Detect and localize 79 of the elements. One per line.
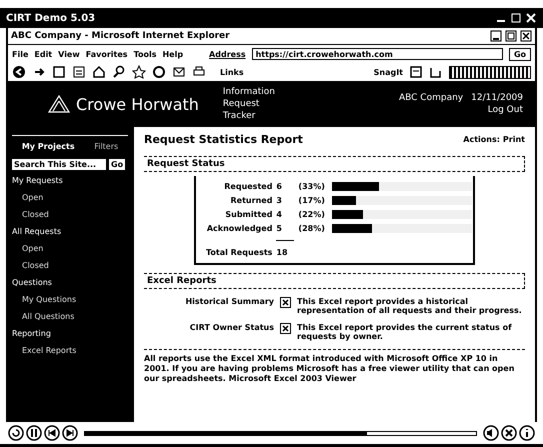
sidebar-item[interactable]: Excel Reports xyxy=(12,346,128,355)
report-title: Request Statistics Report xyxy=(144,133,303,146)
total-count: 18 xyxy=(276,248,289,257)
viewer-link[interactable]: Microsoft Excel 2003 Viewer xyxy=(228,374,356,383)
print-link[interactable]: Print xyxy=(502,135,525,144)
sidebar-item[interactable]: My Questions xyxy=(12,295,128,304)
stat-percent: (22%) xyxy=(298,210,326,219)
logo-triangle-icon[interactable] xyxy=(48,95,70,113)
go-button[interactable]: Go xyxy=(508,48,531,60)
search-go-button[interactable]: Go xyxy=(109,159,126,170)
search-icon[interactable] xyxy=(112,65,126,79)
logout-link[interactable]: Log Out xyxy=(488,105,523,115)
rewind-icon[interactable] xyxy=(44,425,60,441)
stat-label: Returned xyxy=(230,196,272,205)
report-link[interactable]: CIRT Owner Status xyxy=(144,323,274,332)
spreadsheet-icon[interactable] xyxy=(280,297,291,308)
stat-count: 3 xyxy=(276,196,283,205)
fast-forward-icon[interactable] xyxy=(62,425,78,441)
search-field[interactable]: Search This Site... xyxy=(12,159,106,170)
browser-title: ABC Company - Microsoft Internet Explorer xyxy=(11,31,230,41)
actions-label: Actions: xyxy=(463,135,500,144)
snagit-button[interactable]: SnagIt xyxy=(374,68,403,76)
app-name: Information Request Tracker xyxy=(222,86,276,122)
pause-icon[interactable] xyxy=(26,425,42,441)
stat-label: Acknowledged xyxy=(206,224,272,233)
report-link[interactable]: Historical Summary xyxy=(144,297,274,306)
stat-percent: (28%) xyxy=(298,224,326,233)
company-name: ABC Company xyxy=(398,93,464,103)
menu-item[interactable]: Help xyxy=(162,50,184,58)
links-button[interactable]: Links xyxy=(220,68,244,76)
stat-percent: (17%) xyxy=(298,196,326,205)
address-label: Address xyxy=(209,50,246,58)
player-title: CIRT Demo 5.03 xyxy=(6,12,96,24)
star-icon[interactable] xyxy=(132,65,146,79)
sidebar-item[interactable]: All Questions xyxy=(12,312,128,321)
logo-text: Crowe Horwath xyxy=(76,94,199,114)
section-heading: Request Status xyxy=(144,156,525,172)
close-icon[interactable] xyxy=(520,30,532,42)
seek-handle[interactable] xyxy=(85,432,367,434)
sidebar-section[interactable]: All Requests xyxy=(12,227,128,236)
spreadsheet-icon[interactable] xyxy=(280,323,291,334)
maximize-icon[interactable] xyxy=(505,30,517,42)
stat-label: Submitted xyxy=(224,210,272,219)
menu-item[interactable]: Favorites xyxy=(86,50,128,58)
stat-count: 5 xyxy=(276,224,283,233)
back-icon[interactable] xyxy=(12,65,26,79)
stat-count: 4 xyxy=(276,210,283,219)
info-icon[interactable] xyxy=(519,425,535,441)
footnote-text: All reports use the Excel XML format introduced with Microsoft Office XP 10 in 2001. If you are having problems Microsoft has a free viewer utility that can open our spreadsheets. Microsoft Excel 2003 Viewer xyxy=(144,349,525,384)
volume-icon[interactable] xyxy=(483,425,499,441)
date-text: 12/11/2009 xyxy=(471,93,523,103)
section-heading: Excel Reports xyxy=(144,273,525,289)
advisor-button[interactable] xyxy=(449,66,531,78)
stat-label: Requested xyxy=(223,182,272,191)
report-description: This Excel report provides the current status of requests by owner. xyxy=(297,323,513,341)
report-description: This Excel report provides a historical representation of all requests and their progress. xyxy=(297,297,523,315)
menu-item[interactable]: Edit xyxy=(34,50,52,58)
close-icon[interactable] xyxy=(501,425,517,441)
menu-item[interactable]: Tools xyxy=(134,50,156,58)
sidebar-section[interactable]: Questions xyxy=(12,278,128,287)
sidebar-item[interactable]: Open xyxy=(12,244,128,253)
menu-item[interactable]: View xyxy=(58,50,80,58)
replay-icon[interactable] xyxy=(8,425,24,441)
mail-icon[interactable] xyxy=(172,65,186,79)
sidebar-item[interactable]: Closed xyxy=(12,261,128,270)
sidebar-tab[interactable]: My Projects xyxy=(22,142,75,151)
sidebar-item[interactable]: Open xyxy=(12,193,128,202)
stat-percent: (33%) xyxy=(298,182,326,191)
sidebar-tab[interactable]: Filters xyxy=(94,142,118,151)
sidebar-item[interactable]: Closed xyxy=(12,210,128,219)
sidebar-section[interactable]: My Requests xyxy=(12,176,128,185)
menu-item[interactable]: File xyxy=(12,50,28,58)
home-icon[interactable] xyxy=(92,65,106,79)
address-field[interactable]: https://cirt.crowehorwath.com xyxy=(252,48,503,60)
total-label: Total Requests xyxy=(206,248,272,257)
stat-count: 6 xyxy=(276,182,283,191)
minimize-icon[interactable] xyxy=(490,30,502,42)
stop-icon[interactable] xyxy=(52,65,66,79)
sidebar-section[interactable]: Reporting xyxy=(12,329,128,338)
